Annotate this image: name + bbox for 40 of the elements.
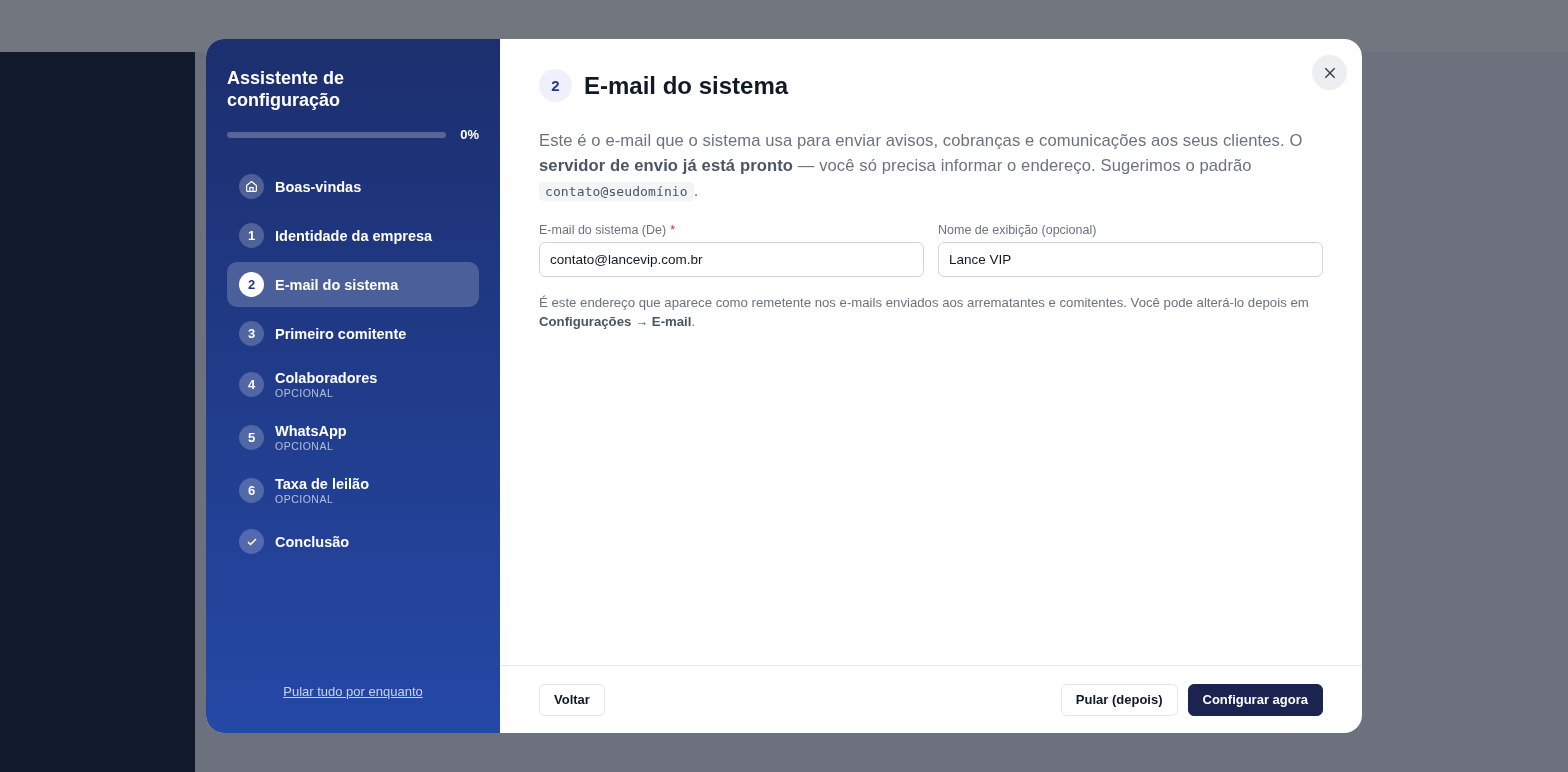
skip-button[interactable]: Pular (depois) (1060, 683, 1178, 716)
skip-all-link[interactable]: Pular tudo por enquanto (283, 684, 423, 699)
wizard-step[interactable]: 3 Primeiro comitente (227, 311, 479, 356)
close-button[interactable] (1312, 55, 1347, 90)
step-heading: E-mail do sistema (584, 71, 789, 100)
intro-paragraph: Este é o e-mail que o sistema usa para enviar avisos, cobranças e comunicações aos seus clientes. O servidor de envio já está pronto — você só precisa informar o endereço. Sugerimos o padrão contato@seudomínio . (539, 130, 1304, 203)
configure-button[interactable]: Configurar agora (1187, 683, 1323, 716)
step-label: Identidade da empresa (275, 227, 433, 244)
step-label: WhatsApp (275, 423, 347, 439)
help-text: É este endereço que aparece como remetente nos e-mails enviados aos arrematantes e comitentes. Você pode alterá-lo depois em Configurações → E-mail. (539, 294, 1310, 331)
step-label: Taxa de leilão (275, 476, 370, 492)
step-label: Primeiro comitente (275, 325, 407, 342)
wizard-title: Assistente de configuração (227, 67, 346, 111)
wizard-step[interactable]: 1 Identidade da empresa (227, 213, 479, 258)
step-badge: 2 (539, 69, 572, 102)
wizard-step[interactable]: 5 WhatsApp OPCIONAL (227, 413, 479, 462)
step-number: 5 (239, 425, 264, 450)
optional-note: OPCIONAL (275, 493, 335, 505)
wizard-step[interactable]: Conclusão (227, 519, 479, 564)
step-label: E-mail do sistema (275, 276, 399, 293)
step-number: 4 (239, 372, 264, 397)
optional-note: OPCIONAL (275, 440, 335, 452)
text-field[interactable]: Lance VIP (938, 242, 1323, 277)
step-number: 1 (239, 223, 264, 248)
wizard-step[interactable]: Boas-vindas (227, 164, 479, 209)
step-number: 6 (239, 478, 264, 503)
step-label: Boas-vindas (275, 178, 362, 195)
step-label: Conclusão (275, 533, 350, 550)
text-field[interactable]: contato@lancevip.com.br (539, 242, 924, 277)
step-number: 3 (239, 321, 264, 346)
field-label: E-mail do sistema (De) * (539, 223, 676, 237)
step-number: 2 (239, 272, 264, 297)
progress-percent: 0% (460, 127, 479, 142)
back-button[interactable]: Voltar (539, 683, 605, 716)
wizard-step[interactable]: 6 Taxa de leilão OPCIONAL (227, 466, 479, 515)
optional-note: OPCIONAL (275, 387, 335, 399)
step-label: Colaboradores (275, 370, 378, 386)
field-label: Nome de exibição (opcional) (938, 223, 1098, 237)
wizard-step[interactable]: 2 E-mail do sistema (227, 262, 479, 307)
wizard-step[interactable]: 4 Colaboradores OPCIONAL (227, 360, 479, 409)
